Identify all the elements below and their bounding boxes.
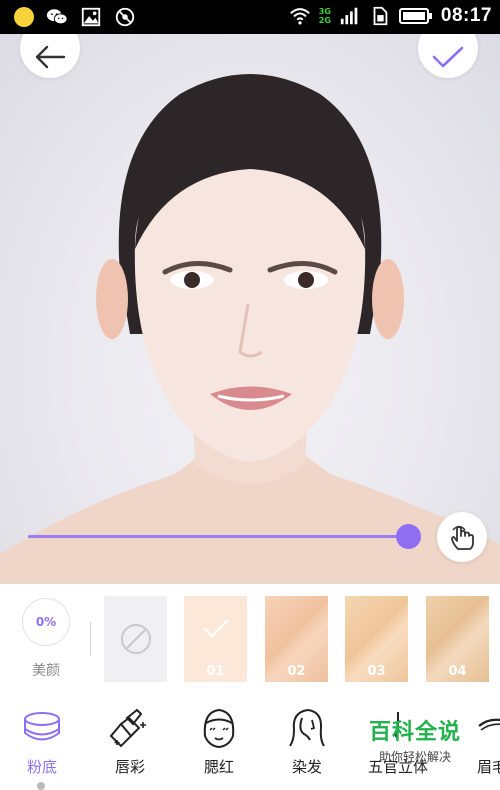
tab-blush[interactable]: 腮红 — [189, 706, 249, 777]
watermark: 百科全说 助你轻松解决 — [360, 714, 470, 765]
beauty-label: 美颜 — [32, 663, 60, 679]
active-tab-indicator — [37, 782, 45, 790]
network-type: 3G 2G — [319, 7, 331, 25]
tab-label: 唇彩 — [114, 758, 145, 776]
swatch-04[interactable]: 04 — [426, 596, 489, 682]
portrait-image — [0, 74, 500, 584]
swatch-02[interactable]: 02 — [265, 596, 328, 682]
eyebrow-icon — [478, 718, 500, 731]
clock: 08:17 — [440, 5, 492, 26]
watermark-subtitle: 助你轻松解决 — [378, 750, 451, 764]
beauty-percent: 0% — [22, 598, 70, 646]
blocked-icon — [115, 7, 135, 27]
status-bar: 3G 2G 08:17 — [0, 0, 500, 34]
swatch-03[interactable]: 03 — [345, 596, 408, 682]
tab-hair[interactable]: 染发 — [277, 706, 337, 777]
compact-icon — [24, 712, 60, 741]
back-arrow-icon — [35, 45, 66, 69]
wechat-icon — [46, 9, 68, 25]
image-icon — [81, 7, 101, 27]
swatch-label: 01 — [206, 664, 225, 679]
tab-foundation[interactable]: 粉底 — [12, 706, 72, 777]
watermark-title: 百科全说 — [368, 720, 461, 745]
touch-hand-icon — [451, 525, 474, 550]
network-top-label: 3G — [318, 7, 331, 16]
battery-icon — [398, 8, 432, 24]
hair-icon — [289, 709, 325, 747]
swatch-none[interactable] — [104, 596, 167, 682]
beauty-toggle[interactable]: 0% 美颜 — [18, 598, 74, 680]
network-bottom-label: 2G — [318, 16, 331, 25]
selected-check-icon — [203, 619, 229, 638]
intensity-slider-track[interactable] — [28, 535, 408, 538]
tab-lip[interactable]: 唇彩 — [100, 706, 160, 777]
swatch-row: 0% 美颜 01 02 03 04 — [0, 584, 500, 694]
sim-icon — [373, 6, 388, 26]
intensity-slider-knob[interactable] — [396, 524, 421, 549]
divider — [90, 622, 91, 656]
swatch-label: 02 — [287, 664, 306, 679]
wifi-icon — [289, 8, 310, 25]
swatch-01[interactable]: 01 — [184, 596, 247, 682]
tab-label: 染发 — [291, 758, 322, 776]
notification-dot-icon — [14, 7, 34, 27]
lipstick-icon — [109, 708, 146, 748]
tab-label: 粉底 — [26, 758, 57, 776]
blush-face-icon — [203, 708, 235, 749]
photo-preview — [0, 34, 500, 584]
swatch-label: 03 — [367, 664, 386, 679]
tab-label: 腮红 — [203, 758, 234, 776]
signal-icon — [340, 7, 358, 25]
swatch-label: 04 — [448, 664, 467, 679]
check-icon — [432, 46, 464, 68]
no-effect-icon — [120, 624, 151, 654]
compare-button[interactable] — [437, 512, 487, 562]
